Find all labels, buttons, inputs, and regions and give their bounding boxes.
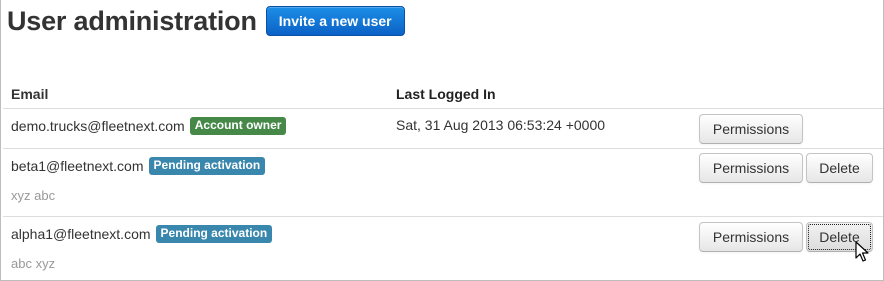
user-email-cell: demo.trucks@fleetnext.com Account owner xyxy=(11,117,287,135)
pending-activation-badge: Pending activation xyxy=(155,225,273,243)
table-header: Email Last Logged In xyxy=(3,78,883,109)
page-header: User administration Invite a new user xyxy=(7,4,405,38)
user-email-cell: alpha1@fleetnext.com Pending activation xyxy=(11,225,273,243)
table-row: beta1@fleetnext.com Pending activation x… xyxy=(3,149,883,217)
permissions-button[interactable]: Permissions xyxy=(699,222,803,252)
user-note: abc xyz xyxy=(11,256,56,271)
table-row: alpha1@fleetnext.com Pending activation … xyxy=(3,217,883,281)
user-email: demo.trucks@fleetnext.com xyxy=(11,118,185,134)
permissions-button[interactable]: Permissions xyxy=(699,153,803,183)
user-email-cell: beta1@fleetnext.com Pending activation xyxy=(11,157,266,175)
user-email: alpha1@fleetnext.com xyxy=(11,226,151,242)
users-table: Email Last Logged In demo.trucks@fleetne… xyxy=(3,78,883,281)
user-admin-panel: User administration Invite a new user Em… xyxy=(0,0,884,281)
last-logged-in: Sat, 31 Aug 2013 06:53:24 +0000 xyxy=(396,117,606,133)
delete-button[interactable]: Delete xyxy=(806,153,873,183)
delete-button[interactable]: Delete xyxy=(806,222,873,252)
invite-user-button[interactable]: Invite a new user xyxy=(265,6,405,36)
page-title: User administration xyxy=(7,5,257,36)
column-header-email: Email xyxy=(11,86,49,102)
table-row: demo.trucks@fleetnext.com Account owner … xyxy=(3,109,883,149)
user-note: xyz abc xyxy=(11,188,56,203)
permissions-button[interactable]: Permissions xyxy=(699,114,803,144)
pending-activation-badge: Pending activation xyxy=(148,157,266,175)
column-header-last-logged-in: Last Logged In xyxy=(396,86,496,102)
account-owner-badge: Account owner xyxy=(189,117,287,135)
user-email: beta1@fleetnext.com xyxy=(11,158,144,174)
